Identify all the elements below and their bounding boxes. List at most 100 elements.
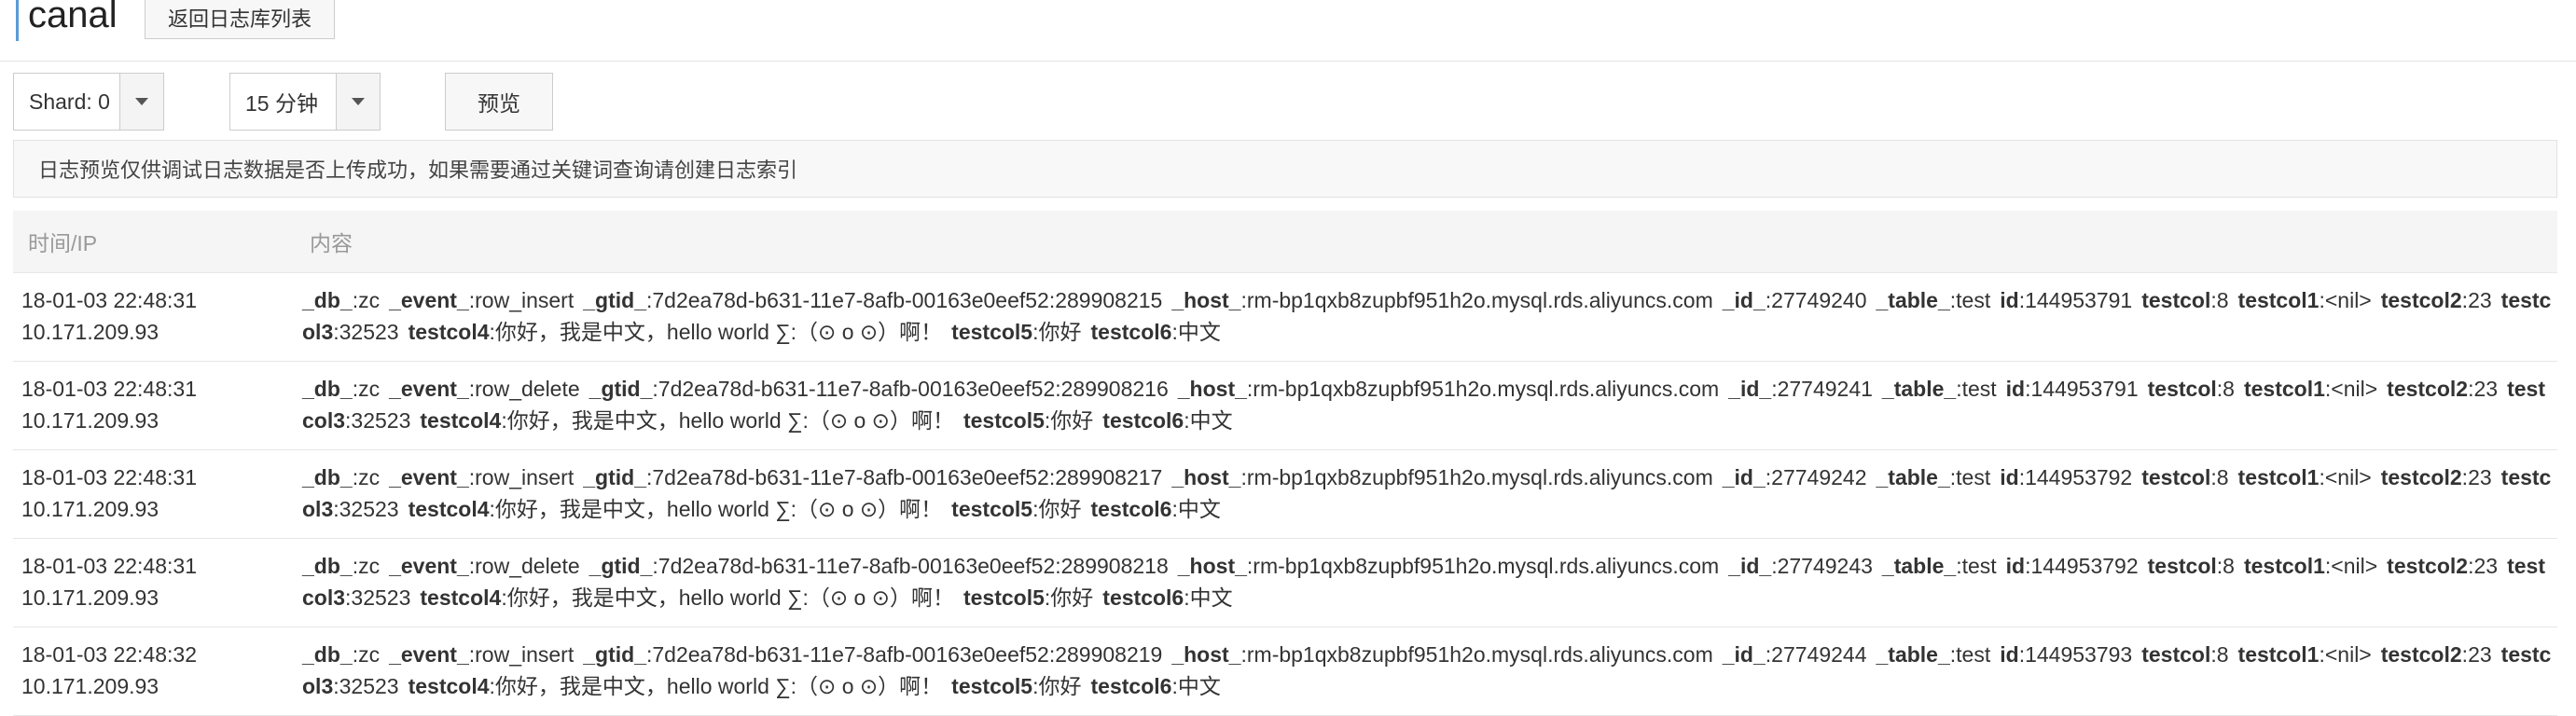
field-value: rm-bp1qxb8zupbf951h2o.mysql.rds.aliyuncs…	[1253, 554, 1720, 578]
field-value: 144953791	[2030, 377, 2139, 401]
field-value: <nil>	[2324, 642, 2372, 667]
field-value: <nil>	[2331, 377, 2378, 401]
field-value: row_insert	[475, 465, 575, 489]
field-value: 23	[2468, 465, 2492, 489]
field-key: testcol2	[2380, 465, 2462, 489]
field-key: testcol4	[420, 408, 502, 433]
field-key: _id_	[1728, 554, 1772, 578]
field-value: 中文	[1189, 585, 1233, 610]
field-key: testcol	[2141, 642, 2211, 667]
field-key: testcol5	[951, 497, 1033, 521]
field-key: _table_	[1876, 465, 1950, 489]
field-key: _db_	[302, 288, 353, 312]
field-value: test	[1961, 554, 1997, 578]
field-value: rm-bp1qxb8zupbf951h2o.mysql.rds.aliyuncs…	[1246, 642, 1713, 667]
field-key: testcol1	[2237, 465, 2320, 489]
field-key: _id_	[1722, 642, 1766, 667]
time-ip-cell: 18-01-03 22:48:31 10.171.209.93	[13, 450, 302, 538]
field-value: 23	[2473, 377, 2499, 401]
field-value: zc	[358, 554, 381, 578]
field-value: rm-bp1qxb8zupbf951h2o.mysql.rds.aliyuncs…	[1246, 288, 1713, 312]
field-key: _id_	[1722, 288, 1766, 312]
field-value: 你好	[1038, 674, 1082, 698]
field-key: testcol	[2141, 465, 2211, 489]
header-divider	[0, 61, 2576, 62]
log-content-cell: _db_:zc _event_:row_delete _gtid_:7d2ea78d…	[302, 554, 2545, 610]
field-key: testcol6	[1090, 320, 1172, 344]
log-content-cell: _db_:zc _event_:row_insert _gtid_:7d2ea78d…	[302, 642, 2552, 698]
field-key: testcol	[2141, 288, 2211, 312]
field-value: 8	[2223, 377, 2235, 401]
field-value: 144953792	[2030, 554, 2139, 578]
field-key: _host_	[1171, 642, 1241, 667]
field-key: _host_	[1177, 554, 1247, 578]
field-value: 23	[2468, 288, 2492, 312]
field-value: 32523	[351, 585, 411, 610]
log-time: 18-01-03 22:48:31	[21, 465, 197, 489]
field-key: id	[2005, 377, 2026, 401]
field-key: _table_	[1881, 377, 1957, 401]
field-key: testcol2	[2380, 288, 2462, 312]
chevron-down-icon	[135, 98, 148, 105]
field-value: 7d2ea78d-b631-11e7-8afb-00163e0eef52:289…	[652, 642, 1163, 667]
field-value: 你好	[1038, 320, 1082, 344]
field-key: _db_	[302, 642, 353, 667]
notice-banner: 日志预览仅供调试日志数据是否上传成功，如果需要通过关键词查询请创建日志索引	[13, 140, 2557, 198]
field-key: id	[2000, 288, 2019, 312]
back-to-logstore-list-button[interactable]: 返回日志库列表	[145, 0, 336, 39]
field-value: 23	[2473, 554, 2499, 578]
field-key: testcol2	[2387, 554, 2469, 578]
field-value: 8	[2216, 465, 2229, 489]
field-key: testcol1	[2237, 642, 2320, 667]
field-value: 你好，我是中文，hello world ∑:（⊙ o ⊙）啊！	[506, 585, 954, 610]
field-value: 你好，我是中文，hello world ∑:（⊙ o ⊙）啊！	[506, 408, 954, 433]
field-value: 8	[2216, 642, 2229, 667]
field-value: zc	[358, 642, 381, 667]
field-key: _id_	[1722, 465, 1766, 489]
shard-select-toggle[interactable]	[119, 74, 163, 130]
field-value: 你好，我是中文，hello world ∑:（⊙ o ⊙）啊！	[494, 497, 943, 521]
field-value: rm-bp1qxb8zupbf951h2o.mysql.rds.aliyuncs…	[1253, 377, 1720, 401]
field-value: <nil>	[2324, 288, 2372, 312]
shard-select-value: Shard: 0	[29, 89, 110, 114]
log-content-cell: _db_:zc _event_:row_delete _gtid_:7d2ea78d…	[302, 377, 2545, 433]
shard-select[interactable]: Shard: 0	[13, 73, 164, 131]
time-ip-cell: 18-01-03 22:48:31 10.171.209.93	[13, 273, 302, 361]
column-header-time-ip: 时间/IP	[28, 231, 98, 255]
log-time: 18-01-03 22:48:31	[21, 288, 197, 312]
field-key: testcol6	[1090, 497, 1172, 521]
time-range-toggle[interactable]	[336, 74, 380, 130]
field-key: _event_	[389, 377, 469, 401]
field-key: testcol1	[2243, 377, 2325, 401]
field-value: rm-bp1qxb8zupbf951h2o.mysql.rds.aliyuncs…	[1246, 465, 1713, 489]
field-value: row_insert	[475, 642, 575, 667]
field-value: 你好	[1050, 585, 1094, 610]
field-key: _db_	[302, 465, 353, 489]
field-value: <nil>	[2331, 554, 2378, 578]
log-content-cell: _db_:zc _event_:row_insert _gtid_:7d2ea78d…	[302, 288, 2552, 344]
field-key: _event_	[389, 554, 469, 578]
field-value: 你好	[1050, 408, 1094, 433]
log-table: 时间/IP 内容 18-01-03 22:48:31 10.171.209.93 _…	[13, 211, 2557, 716]
log-content-cell: _db_:zc _event_:row_insert _gtid_:7d2ea78d…	[302, 465, 2552, 521]
field-key: _table_	[1881, 554, 1957, 578]
table-row: 18-01-03 22:48:31 10.171.209.93 _db_:zc _ev…	[13, 450, 2557, 539]
field-value: 7d2ea78d-b631-11e7-8afb-00163e0eef52:289…	[658, 554, 1169, 578]
field-key: _gtid_	[583, 642, 646, 667]
field-key: _event_	[389, 642, 469, 667]
time-range-value: 15 分钟	[245, 91, 318, 116]
title-accent-bar	[16, 0, 19, 41]
field-key: id	[2000, 642, 2019, 667]
field-value: 27749241	[1777, 377, 1873, 401]
time-ip-cell: 18-01-03 22:48:32 10.171.209.93	[13, 627, 302, 715]
log-time: 18-01-03 22:48:31	[21, 377, 197, 401]
field-key: _db_	[302, 554, 353, 578]
field-value: 32523	[351, 408, 411, 433]
field-value: 7d2ea78d-b631-11e7-8afb-00163e0eef52:289…	[652, 465, 1163, 489]
time-range-select[interactable]: 15 分钟	[229, 73, 381, 131]
field-key: testcol2	[2380, 642, 2462, 667]
preview-button[interactable]: 预览	[445, 73, 553, 131]
field-key: _event_	[389, 465, 469, 489]
field-key: testcol4	[408, 497, 490, 521]
field-key: _host_	[1177, 377, 1247, 401]
